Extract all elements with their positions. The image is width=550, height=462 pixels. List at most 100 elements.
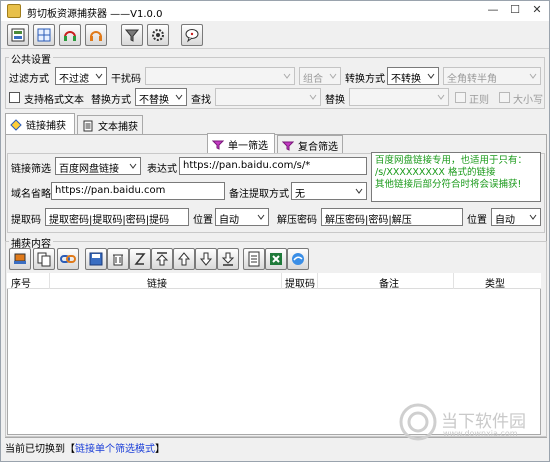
convert-mode-label: 转换方式 bbox=[345, 74, 385, 85]
document-icon bbox=[83, 120, 93, 131]
case-label: 大小写 bbox=[513, 95, 543, 106]
filter-icon bbox=[282, 141, 294, 151]
move-down-button[interactable] bbox=[195, 248, 217, 270]
arrow-up-icon bbox=[177, 252, 191, 266]
headset-red-button[interactable] bbox=[59, 24, 81, 46]
column-header-type[interactable]: 类型 bbox=[485, 275, 505, 290]
maximize-button[interactable]: ☐ bbox=[507, 3, 523, 18]
sort-icon bbox=[134, 253, 146, 265]
move-bottom-button[interactable] bbox=[217, 248, 239, 270]
column-header-extract-code[interactable]: 提取码 bbox=[285, 275, 315, 290]
gear-button[interactable] bbox=[147, 24, 169, 46]
export-text-button[interactable] bbox=[243, 248, 265, 270]
settings-window-icon bbox=[11, 28, 25, 42]
chevron-down-icon bbox=[355, 188, 363, 194]
status-suffix: 】 bbox=[155, 444, 165, 455]
tab-link-capture[interactable]: 链接捕获 bbox=[5, 113, 75, 135]
minimize-button[interactable]: — bbox=[485, 3, 501, 18]
eraser-icon bbox=[14, 253, 26, 264]
disk-icon bbox=[89, 252, 103, 266]
text-file-icon bbox=[248, 251, 260, 267]
replace-mode-label: 替换方式 bbox=[91, 95, 131, 106]
delete-button[interactable] bbox=[107, 248, 129, 270]
extract-code-input[interactable]: 提取密码|提取码|密码|提码 bbox=[45, 208, 189, 226]
arrow-down-icon bbox=[199, 252, 213, 266]
chevron-down-icon bbox=[529, 214, 537, 220]
column-divider bbox=[49, 273, 50, 289]
chevron-down-icon bbox=[283, 73, 291, 79]
status-bar: 当前已切换到【链接单个筛选模式】 bbox=[1, 441, 549, 461]
chain-button[interactable] bbox=[57, 248, 79, 270]
clear-button[interactable] bbox=[9, 248, 31, 270]
message-button[interactable] bbox=[181, 24, 203, 46]
tab-compound-filter[interactable]: 复合筛选 bbox=[277, 135, 343, 155]
message-icon bbox=[185, 29, 199, 43]
unzip-position-select[interactable]: 自动 bbox=[491, 208, 541, 226]
unzip-password-input[interactable]: 解压密码|密码|解压 bbox=[321, 208, 463, 226]
close-button[interactable]: ✕ bbox=[529, 3, 545, 18]
export-excel-button[interactable] bbox=[265, 248, 287, 270]
support-format-label: 支持格式文本 bbox=[24, 95, 84, 106]
settings-window-button[interactable] bbox=[7, 24, 29, 46]
layout-button[interactable] bbox=[33, 24, 55, 46]
move-up-button[interactable] bbox=[173, 248, 195, 270]
watermark: 当下软件园 www.downxia.com bbox=[399, 403, 539, 443]
replace-label: 替换 bbox=[325, 95, 345, 106]
replace-select[interactable] bbox=[349, 88, 449, 106]
headset-orange-icon bbox=[90, 31, 102, 41]
trash-icon bbox=[113, 254, 123, 266]
combine-select[interactable]: 组合 bbox=[299, 67, 341, 85]
domain-omit-input[interactable]: https://pan.baidu.com bbox=[51, 182, 225, 200]
chevron-down-icon bbox=[529, 73, 537, 79]
extract-code-label: 提取码 bbox=[11, 215, 41, 226]
chevron-down-icon bbox=[437, 94, 445, 100]
save-disk-button[interactable] bbox=[85, 248, 107, 270]
move-top-button[interactable] bbox=[151, 248, 173, 270]
width-convert-select[interactable]: 全角转半角 bbox=[443, 67, 541, 85]
sort-button[interactable] bbox=[129, 248, 151, 270]
column-header-remark[interactable]: 备注 bbox=[379, 275, 399, 290]
find-select[interactable] bbox=[215, 88, 321, 106]
capture-table-header: 序号 链接 提取码 备注 类型 bbox=[7, 273, 541, 290]
headset-orange-button[interactable] bbox=[85, 24, 107, 46]
browser-icon bbox=[292, 253, 304, 265]
convert-mode-select[interactable]: 不转换 bbox=[387, 67, 439, 85]
gear-icon bbox=[152, 29, 164, 41]
filter-mode-select[interactable]: 不过滤 bbox=[55, 67, 107, 85]
column-divider bbox=[281, 273, 282, 289]
status-mode: 链接单个筛选模式 bbox=[75, 444, 155, 455]
copy-icon bbox=[37, 252, 51, 267]
replace-mode-select[interactable]: 不替换 bbox=[135, 88, 187, 106]
chain-icon bbox=[60, 255, 76, 263]
noise-select[interactable] bbox=[145, 67, 295, 85]
extract-position-label: 位置 bbox=[193, 215, 213, 226]
move-bottom-icon bbox=[221, 252, 235, 266]
filter-mode-label: 过滤方式 bbox=[9, 74, 49, 85]
filter-button[interactable] bbox=[121, 24, 143, 46]
tab-text-capture[interactable]: 文本捕获 bbox=[77, 115, 143, 135]
tab-single-filter[interactable]: 单一筛选 bbox=[207, 133, 275, 155]
extract-position-select[interactable]: 自动 bbox=[215, 208, 269, 226]
chevron-down-icon bbox=[427, 73, 435, 79]
regex-checkbox[interactable] bbox=[455, 92, 466, 103]
unzip-position-label: 位置 bbox=[467, 215, 487, 226]
expression-label: 表达式 bbox=[147, 164, 177, 175]
link-icon bbox=[10, 118, 22, 131]
filter-icon bbox=[212, 140, 224, 150]
public-settings-legend: 公共设置 bbox=[9, 51, 53, 66]
link-filter-select[interactable]: 百度网盘链接 bbox=[55, 157, 141, 175]
expression-input[interactable]: https://pan.baidu.com/s/* bbox=[179, 157, 367, 175]
copy-button[interactable] bbox=[33, 248, 55, 270]
remark-extract-label: 备注提取方式 bbox=[229, 189, 289, 200]
support-format-checkbox[interactable] bbox=[9, 92, 20, 103]
noise-label: 干扰码 bbox=[111, 74, 141, 85]
column-header-index[interactable]: 序号 bbox=[11, 275, 31, 290]
open-browser-button[interactable] bbox=[287, 248, 309, 270]
chevron-down-icon bbox=[257, 214, 265, 220]
remark-extract-select[interactable]: 无 bbox=[291, 182, 367, 200]
chevron-down-icon bbox=[129, 163, 137, 169]
column-header-link[interactable]: 链接 bbox=[147, 275, 167, 290]
excel-icon bbox=[270, 253, 282, 265]
chevron-down-icon bbox=[309, 94, 317, 100]
case-checkbox[interactable] bbox=[499, 92, 510, 103]
